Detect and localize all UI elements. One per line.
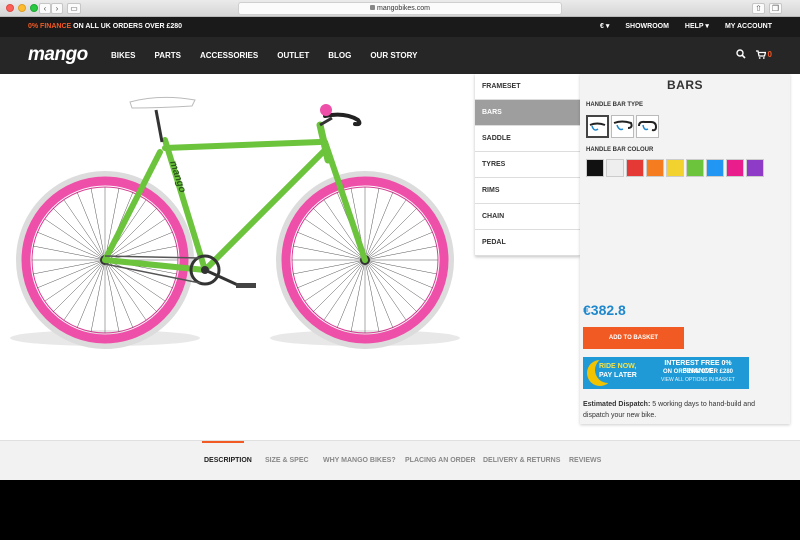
finance-link[interactable]: VIEW ALL OPTIONS IN BASKET: [649, 377, 747, 384]
colour-swatch-red[interactable]: [626, 159, 644, 177]
colour-swatch-orange[interactable]: [646, 159, 664, 177]
panel-title: BARS: [666, 78, 703, 92]
customizer-item-rims[interactable]: RIMS: [475, 178, 580, 204]
bottom-blank-area: [0, 480, 800, 540]
finance-banner[interactable]: RIDE NOW, PAY LATER INTEREST FREE 0% FIN…: [583, 357, 749, 389]
colour-swatch-blue[interactable]: [706, 159, 724, 177]
back-arrow-icon[interactable]: ‹: [39, 3, 51, 14]
finance-promo-text: ON ALL UK ORDERS OVER £280: [71, 23, 183, 30]
colour-swatch-purple[interactable]: [746, 159, 764, 177]
drop-bar-icon: [638, 120, 658, 132]
forward-arrow-icon[interactable]: ›: [51, 3, 63, 14]
bike-preview-image: mango: [10, 96, 460, 349]
search-icon[interactable]: [735, 49, 746, 59]
lock-icon: [370, 5, 376, 10]
colour-swatch-white[interactable]: [606, 159, 624, 177]
customizer-item-frameset[interactable]: FRAMESET: [475, 74, 580, 100]
finance-sub: ON ORDERS OVER £280: [662, 369, 734, 375]
tab-delivery-returns[interactable]: DELIVERY & RETURNS: [483, 441, 560, 481]
nav-item-outlet[interactable]: OUTLET: [277, 37, 309, 74]
bar-type-option-1[interactable]: [586, 115, 609, 138]
handle-bar-type-label: HANDLE BAR TYPE: [586, 102, 644, 108]
promo-bar: 0% FINANCE ON ALL UK ORDERS OVER £280 € …: [0, 17, 800, 37]
tab-why-mango[interactable]: WHY MANGO BIKES?: [323, 441, 396, 481]
flat-bar-icon: [589, 122, 606, 131]
url-text: mangobikes.com: [377, 5, 430, 12]
cart-icon: [755, 49, 766, 59]
nav-item-parts[interactable]: PARTS: [154, 37, 181, 74]
tab-reviews[interactable]: REVIEWS: [569, 441, 601, 481]
add-to-basket-button[interactable]: ADD TO BASKET: [583, 327, 684, 349]
product-tabs: DESCRIPTION SIZE & SPEC WHY MANGO BIKES?…: [0, 440, 800, 480]
customizer-item-chain[interactable]: CHAIN: [475, 204, 580, 230]
dispatch-label: Estimated Dispatch:: [583, 401, 651, 408]
product-price: €382.8: [583, 302, 626, 318]
customizer-menu: FRAMESET BARS SADDLE TYRES RIMS CHAIN PE…: [475, 74, 580, 256]
customizer-item-tyres[interactable]: TYRES: [475, 152, 580, 178]
showroom-link[interactable]: SHOWROOM: [625, 17, 669, 37]
estimated-dispatch: Estimated Dispatch: 5 working days to ha…: [583, 399, 773, 421]
site-logo[interactable]: mango: [28, 44, 88, 66]
tabs-icon[interactable]: ❐: [769, 3, 782, 14]
cart-button[interactable]: 0: [755, 49, 772, 59]
sidebar-icon[interactable]: ▭: [67, 3, 81, 14]
handle-bar-type-options: [586, 115, 659, 138]
close-window-icon[interactable]: [6, 4, 14, 12]
my-account-link[interactable]: MY ACCOUNT: [725, 17, 772, 37]
colour-swatch-yellow[interactable]: [666, 159, 684, 177]
nav-item-our-story[interactable]: OUR STORY: [370, 37, 417, 74]
colour-swatch-green[interactable]: [686, 159, 704, 177]
help-menu[interactable]: HELP ▾: [685, 17, 709, 37]
handle-bar-colour-label: HANDLE BAR COLOUR: [586, 147, 654, 153]
address-bar[interactable]: mangobikes.com: [238, 2, 562, 15]
nav-item-blog[interactable]: BLOG: [328, 37, 351, 74]
tab-size-spec[interactable]: SIZE & SPEC: [265, 441, 309, 481]
frame-brand-text: mango: [167, 160, 188, 195]
handle-bar-colour-options: [586, 159, 764, 177]
nav-item-bikes[interactable]: BIKES: [111, 37, 135, 74]
browser-toolbar: ‹ › ▭ mangobikes.com ⇧ ❐: [0, 0, 800, 17]
cart-count: 0: [767, 49, 772, 59]
customizer-item-saddle[interactable]: SADDLE: [475, 126, 580, 152]
page: ‹ › ▭ mangobikes.com ⇧ ❐ 0% FINANCE ON A…: [0, 0, 800, 540]
bar-type-option-2[interactable]: [611, 115, 634, 138]
utility-links: € ▾ SHOWROOM HELP ▾ MY ACCOUNT: [600, 17, 772, 37]
share-icon[interactable]: ⇧: [752, 3, 765, 14]
finance-ride-now: RIDE NOW,: [599, 363, 637, 370]
minimize-window-icon[interactable]: [18, 4, 26, 12]
bar-type-option-3[interactable]: [636, 115, 659, 138]
customizer-item-pedal[interactable]: PEDAL: [475, 230, 580, 256]
colour-swatch-pink[interactable]: [726, 159, 744, 177]
nav-menu: BIKES PARTS ACCESSORIES OUTLET BLOG OUR …: [111, 37, 436, 74]
bullhorn-bar-icon: [613, 120, 633, 131]
main-nav: mango BIKES PARTS ACCESSORIES OUTLET BLO…: [0, 37, 800, 74]
nav-item-accessories[interactable]: ACCESSORIES: [200, 37, 258, 74]
tab-placing-order[interactable]: PLACING AN ORDER: [405, 441, 476, 481]
currency-selector[interactable]: € ▾: [600, 17, 609, 37]
finance-promo[interactable]: 0% FINANCE ON ALL UK ORDERS OVER £280: [28, 17, 182, 37]
finance-pay-later: PAY LATER: [599, 372, 637, 379]
colour-swatch-black[interactable]: [586, 159, 604, 177]
finance-highlight: 0% FINANCE: [28, 23, 72, 30]
nav-icons: 0: [735, 49, 772, 59]
tab-description[interactable]: DESCRIPTION: [204, 441, 252, 481]
customizer-item-bars[interactable]: BARS: [475, 100, 580, 126]
zoom-window-icon[interactable]: [30, 4, 38, 12]
